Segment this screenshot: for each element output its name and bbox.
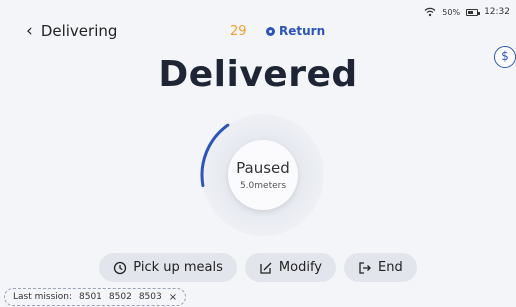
back-button[interactable]: ‹ Delivering [26, 22, 117, 40]
end-button[interactable]: End [343, 253, 417, 282]
pick-up-meals-label: Pick up meals [133, 260, 223, 275]
wifi-icon [424, 7, 436, 17]
dial-state: Paused [236, 159, 290, 177]
return-button[interactable]: Return [266, 24, 325, 38]
end-label: End [377, 260, 403, 275]
close-icon[interactable]: × [169, 292, 177, 303]
return-label: Return [279, 24, 326, 38]
return-icon [266, 26, 275, 36]
battery-icon [466, 8, 481, 16]
modify-label: Modify [278, 260, 322, 275]
clock-icon [114, 261, 127, 274]
chevron-left-icon: ‹ [26, 20, 33, 41]
edit-icon [260, 262, 272, 274]
mission-id[interactable]: 8503 [139, 292, 162, 302]
pick-up-meals-button[interactable]: Pick up meals [99, 253, 237, 282]
back-label: Delivering [40, 22, 118, 40]
last-mission-label: Last mission: [13, 292, 72, 302]
battery-percent: 50% [442, 7, 461, 17]
dial-distance: 5.0meters [239, 181, 287, 191]
dial-center: Paused 5.0meters [228, 140, 298, 210]
clock-time: 12:32 [484, 7, 510, 17]
mission-id[interactable]: 8502 [109, 292, 132, 302]
last-mission-bar[interactable]: Last mission: 8501 8502 8503 × [4, 288, 187, 306]
mission-id[interactable]: 8501 [79, 292, 102, 302]
status-bar: 50% 12:32 [424, 7, 510, 17]
exit-icon [359, 261, 371, 274]
delivery-count: 29 [230, 24, 247, 39]
progress-dial: Paused 5.0meters [195, 107, 331, 243]
header: ‹ Delivering 29 Return [0, 20, 516, 44]
modify-button[interactable]: Modify [244, 253, 336, 282]
action-bar: Pick up meals Modify End [0, 253, 516, 282]
page-title: Delivered [158, 54, 358, 95]
